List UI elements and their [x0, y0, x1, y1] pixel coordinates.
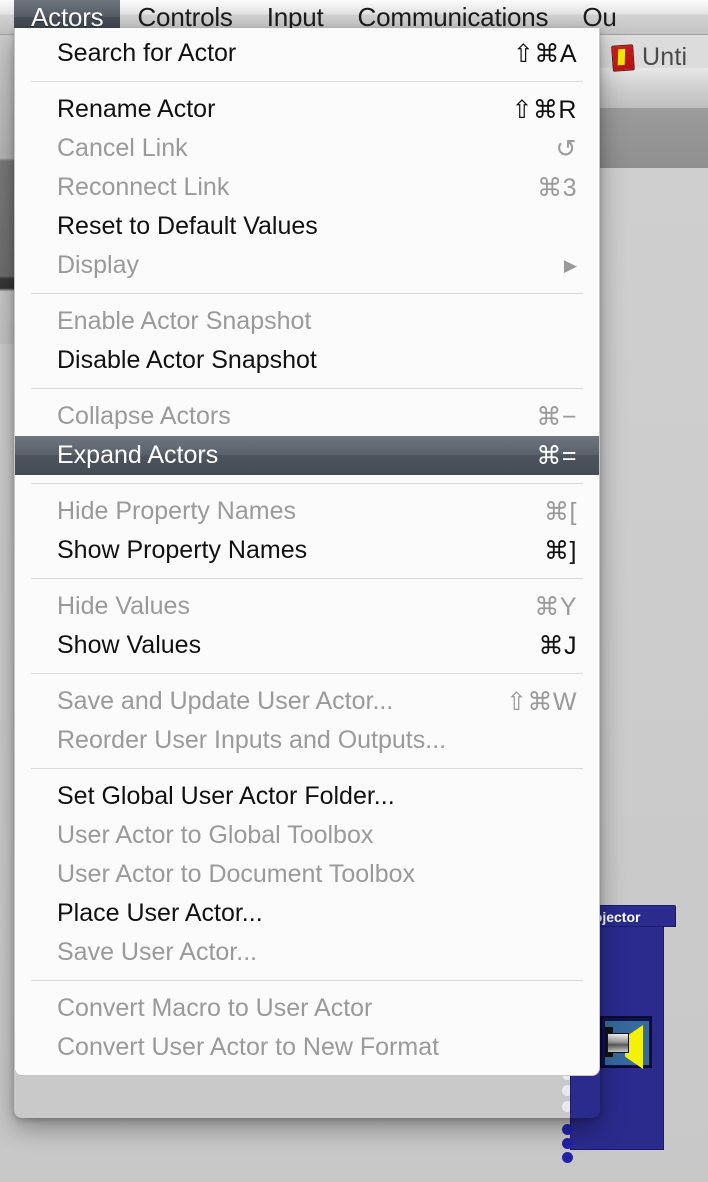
menu-item-label: Hide Property Names: [57, 497, 296, 525]
menu-item-show-property-names[interactable]: Show Property Names ⌘]: [15, 531, 599, 570]
menu-item-user-actor-to-document-toolbox: User Actor to Document Toolbox: [15, 855, 599, 894]
menu-item-reorder-user-inputs-and-outputs: Reorder User Inputs and Outputs...: [15, 721, 599, 760]
menu-item-set-global-user-actor-folder[interactable]: Set Global User Actor Folder...: [15, 777, 599, 816]
menu-item-shortcut: ⌘Y: [534, 592, 577, 621]
menu-item-label: Cancel Link: [57, 134, 188, 162]
window-title: Unti: [642, 43, 688, 71]
projector-icon: [600, 1016, 652, 1069]
menu-item-hide-property-names: Hide Property Names ⌘[: [15, 492, 599, 531]
menu-item-label: Reset to Default Values: [57, 212, 318, 240]
menu-item-label: Collapse Actors: [57, 402, 231, 430]
window-title-group: Unti: [611, 43, 688, 72]
menu-separator: [31, 483, 583, 484]
menu-item-shortcut: ↺: [555, 134, 577, 163]
menu-item-label: Place User Actor...: [57, 899, 263, 927]
menu-item-label: Convert User Actor to New Format: [57, 1033, 440, 1061]
menu-item-shortcut: ⌘]: [544, 536, 577, 565]
menu-item-shortcut: ⇧⌘A: [512, 39, 577, 68]
menu-item-shortcut: ⌘−: [536, 402, 577, 431]
menu-item-label: User Actor to Document Toolbox: [57, 860, 416, 888]
menu-item-display: Display ▶: [15, 246, 599, 285]
menu-item-convert-macro-to-user-actor: Convert Macro to User Actor: [15, 989, 599, 1028]
menu-item-label: Save and Update User Actor...: [57, 687, 394, 715]
menu-item-show-values[interactable]: Show Values ⌘J: [15, 626, 599, 665]
submenu-arrow-icon: ▶: [563, 256, 577, 275]
menu-item-shortcut: ⌘3: [537, 173, 577, 202]
menu-separator: [31, 768, 583, 769]
menu-item-convert-user-actor-to-new-format: Convert User Actor to New Format: [15, 1028, 599, 1067]
menu-item-expand-actors[interactable]: Expand Actors ⌘=: [15, 436, 599, 475]
menu-item-shortcut: ⌘J: [538, 631, 577, 660]
port-dot[interactable]: [562, 1152, 573, 1163]
projector-lens: [607, 1033, 629, 1053]
menu-item-label: Display: [57, 251, 139, 279]
menu-item-label: Hide Values: [57, 592, 190, 620]
menu-item-label: Save User Actor...: [57, 938, 258, 966]
menu-item-shortcut: ⇧⌘W: [505, 687, 577, 716]
menu-item-collapse-actors: Collapse Actors ⌘−: [15, 397, 599, 436]
menu-item-label: Expand Actors: [57, 441, 219, 469]
menu-bar-left-spacer: [0, 0, 14, 34]
menu-item-save-user-actor: Save User Actor...: [15, 933, 599, 972]
menu-separator: [31, 81, 583, 82]
menu-item-shortcut: ⌘=: [536, 441, 577, 470]
menu-separator: [31, 673, 583, 674]
menu-item-reconnect-link: Reconnect Link ⌘3: [15, 168, 599, 207]
screen-root: Unti Projector Actors Controls Input Com…: [0, 0, 708, 1182]
menu-item-user-actor-to-global-toolbox: User Actor to Global Toolbox: [15, 816, 599, 855]
menu-separator: [31, 388, 583, 389]
menu-item-cancel-link: Cancel Link ↺: [15, 129, 599, 168]
menu-item-shortcut: ⇧⌘R: [511, 95, 577, 124]
menu-item-reset-to-default-values[interactable]: Reset to Default Values: [15, 207, 599, 246]
menu-item-save-and-update-user-actor: Save and Update User Actor... ⇧⌘W: [15, 682, 599, 721]
menu-item-label: Show Values: [57, 631, 202, 659]
menu-item-hide-values: Hide Values ⌘Y: [15, 587, 599, 626]
menu-item-search-for-actor[interactable]: Search for Actor ⇧⌘A: [15, 34, 599, 73]
menu-separator: [31, 980, 583, 981]
menu-item-place-user-actor[interactable]: Place User Actor...: [15, 894, 599, 933]
menu-separator: [31, 293, 583, 294]
menu-item-label: Reconnect Link: [57, 173, 230, 201]
menu-item-label: Search for Actor: [57, 39, 237, 67]
menu-item-label: Disable Actor Snapshot: [57, 346, 317, 374]
menu-item-enable-actor-snapshot: Enable Actor Snapshot: [15, 302, 599, 341]
menu-item-label: Show Property Names: [57, 536, 308, 564]
menu-item-disable-actor-snapshot[interactable]: Disable Actor Snapshot: [15, 341, 599, 380]
menu-item-label: User Actor to Global Toolbox: [57, 821, 374, 849]
menu-separator: [31, 578, 583, 579]
projector-icon-background: [605, 1021, 649, 1069]
menu-item-shortcut: ⌘[: [544, 497, 577, 526]
document-icon: [611, 43, 635, 72]
actors-menu-dropdown: Search for Actor ⇧⌘A Rename Actor ⇧⌘R Cancel…: [14, 28, 600, 1076]
menu-item-label: Reorder User Inputs and Outputs...: [57, 726, 447, 754]
menu-item-rename-actor[interactable]: Rename Actor ⇧⌘R: [15, 90, 599, 129]
port-dot[interactable]: [562, 1138, 573, 1149]
menu-item-label: Set Global User Actor Folder...: [57, 782, 395, 810]
menu-item-label: Convert Macro to User Actor: [57, 994, 373, 1022]
actor-input-ports[interactable]: [562, 1124, 573, 1163]
port-dot[interactable]: [562, 1124, 573, 1135]
menu-item-label: Enable Actor Snapshot: [57, 307, 312, 335]
menu-item-label: Rename Actor: [57, 95, 216, 123]
